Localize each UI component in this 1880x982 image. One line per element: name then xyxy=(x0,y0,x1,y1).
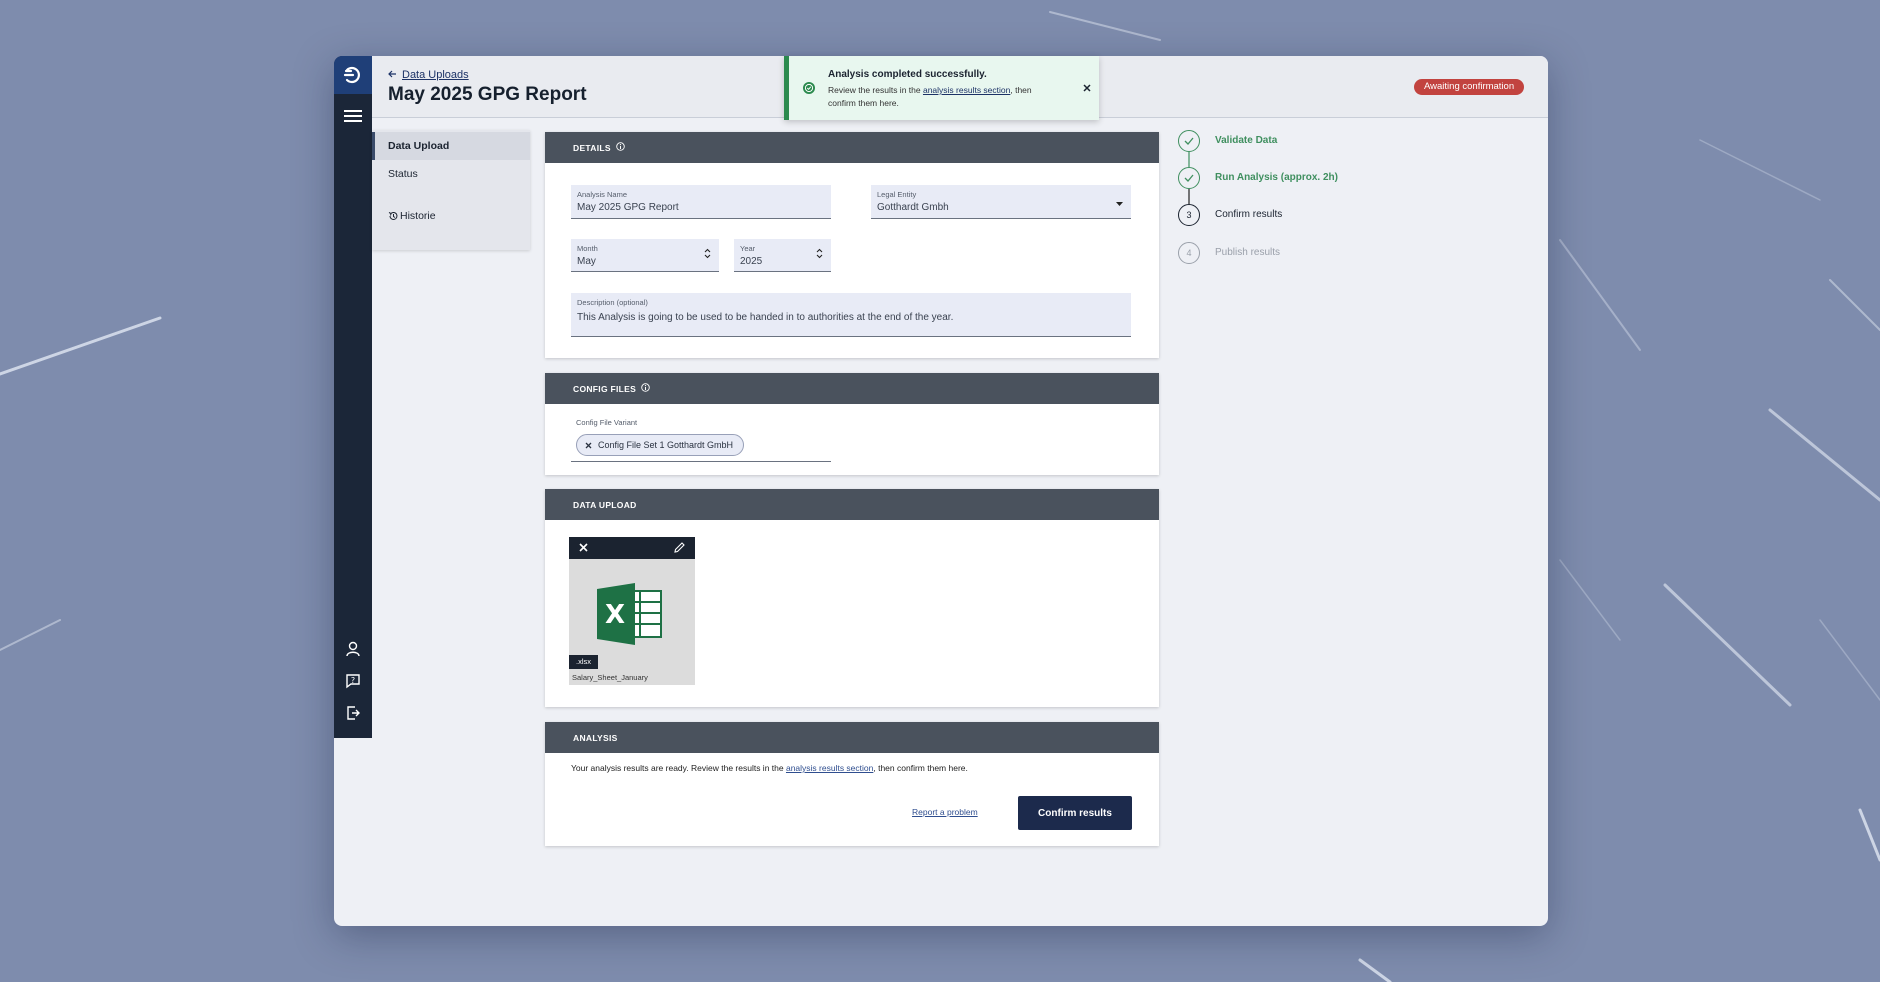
year-label: Year xyxy=(740,244,756,253)
config-file-variant-label: Config File Variant xyxy=(576,418,638,427)
step-number: 4 xyxy=(1178,242,1200,264)
caret-down-icon xyxy=(1116,193,1123,211)
data-upload-header: DATA UPLOAD xyxy=(545,489,1159,520)
stepper-arrows-icon[interactable] xyxy=(704,246,711,264)
analysis-message: Your analysis results are ready. Review … xyxy=(571,763,968,773)
step-label: Validate Data xyxy=(1215,135,1278,146)
description-value: This Analysis is going to be used to be … xyxy=(577,312,954,323)
hamburger-icon xyxy=(344,110,362,122)
nav-item-status[interactable]: Status xyxy=(372,160,530,188)
stepper-arrows-icon[interactable] xyxy=(816,246,823,264)
config-files-header: CONFIG FILES xyxy=(545,373,1159,404)
description-field[interactable]: Description (optional) This Analysis is … xyxy=(571,293,1131,337)
back-link[interactable]: Data Uploads xyxy=(388,69,469,81)
svg-text:?: ? xyxy=(351,676,355,685)
step-label: Publish results xyxy=(1215,247,1281,258)
nav-item-historie[interactable]: Historie xyxy=(372,202,530,230)
info-icon[interactable] xyxy=(616,142,625,153)
month-stepper[interactable]: Month May xyxy=(571,239,719,272)
year-stepper[interactable]: Year 2025 xyxy=(734,239,831,272)
close-icon[interactable] xyxy=(1083,84,1091,92)
svg-text:X: X xyxy=(605,600,625,630)
file-extension-badge: .xlsx xyxy=(569,655,598,669)
left-rail: ? xyxy=(334,56,372,738)
edit-file-icon[interactable] xyxy=(674,542,685,553)
app-logo[interactable] xyxy=(334,56,372,94)
help-chat-icon: ? xyxy=(346,674,360,689)
check-circle-icon xyxy=(802,81,816,95)
config-files-panel: CONFIG FILES Config File Variant Config … xyxy=(545,373,1159,475)
remove-file-icon[interactable] xyxy=(579,543,588,552)
analysis-header-label: ANALYSIS xyxy=(573,732,618,743)
step-confirm-results: 3 Confirm results xyxy=(1178,204,1478,228)
step-number: 3 xyxy=(1178,204,1200,226)
analysis-panel: ANALYSIS Your analysis results are ready… xyxy=(545,722,1159,846)
toast-title: Analysis completed successfully. xyxy=(828,69,987,80)
description-label: Description (optional) xyxy=(577,298,648,307)
excel-file-icon: X xyxy=(597,583,663,650)
logo-icon xyxy=(343,66,360,84)
analysis-name-field[interactable]: Analysis Name May 2025 GPG Report xyxy=(571,185,831,219)
info-icon[interactable] xyxy=(641,383,650,394)
details-panel: DETAILS Analysis Name May 2025 GPG Repor… xyxy=(545,132,1159,358)
history-icon xyxy=(388,211,398,221)
app-window: ? Data Uploads May 2025 GPG Report Await… xyxy=(334,56,1548,926)
nav-item-label: Status xyxy=(388,168,418,180)
legal-entity-select[interactable]: Legal Entity Gotthardt Gmbh xyxy=(871,185,1131,219)
analysis-message-text-end: , then confirm them here. xyxy=(873,763,968,773)
user-icon xyxy=(346,641,360,657)
step-label: Run Analysis (approx. 2h) xyxy=(1215,172,1338,183)
toast-results-link[interactable]: analysis results section xyxy=(923,85,1010,95)
config-files-header-label: CONFIG FILES xyxy=(573,383,637,394)
uploaded-file-card[interactable]: X .xlsx Salary_Sheet_January xyxy=(569,537,695,685)
config-file-variant-field[interactable]: Config File Variant Config File Set 1 Go… xyxy=(571,404,831,462)
month-value: May xyxy=(577,256,596,267)
config-file-chip[interactable]: Config File Set 1 Gotthardt GmbH xyxy=(576,434,745,456)
nav-item-data-upload[interactable]: Data Upload xyxy=(372,132,530,160)
confirm-results-button[interactable]: Confirm results xyxy=(1018,796,1132,830)
page-title: May 2025 GPG Report xyxy=(388,84,587,105)
details-header-label: DETAILS xyxy=(573,142,611,153)
file-name: Salary_Sheet_January xyxy=(572,673,648,682)
check-icon xyxy=(1178,167,1200,189)
legal-entity-value: Gotthardt Gmbh xyxy=(877,202,949,213)
success-toast: Analysis completed successfully. Review … xyxy=(784,56,1099,120)
analysis-message-text: Your analysis results are ready. Review … xyxy=(571,763,786,773)
chip-remove-icon[interactable] xyxy=(585,442,592,449)
chip-label: Config File Set 1 Gotthardt GmbH xyxy=(598,440,734,450)
status-badge: Awaiting confirmation xyxy=(1414,79,1525,95)
analysis-name-value: May 2025 GPG Report xyxy=(577,202,679,213)
logout-button[interactable] xyxy=(334,701,372,725)
check-icon xyxy=(1178,130,1200,152)
help-button[interactable]: ? xyxy=(334,669,372,693)
step-publish-results: 4 Publish results xyxy=(1178,242,1478,266)
toast-message-text: Review the results in the xyxy=(828,85,923,95)
month-label: Month xyxy=(577,244,598,253)
nav-item-label: Data Upload xyxy=(388,140,450,152)
step-label: Confirm results xyxy=(1215,209,1283,220)
file-card-toolbar xyxy=(569,537,695,559)
report-problem-link[interactable]: Report a problem xyxy=(912,807,978,817)
analysis-results-link[interactable]: analysis results section xyxy=(786,763,873,773)
year-value: 2025 xyxy=(740,256,763,267)
data-upload-panel: DATA UPLOAD X .xlsx Salary_Sheet_January xyxy=(545,489,1159,707)
nav-item-label: Historie xyxy=(400,210,436,222)
menu-button[interactable] xyxy=(334,104,372,128)
step-run-analysis: Run Analysis (approx. 2h) xyxy=(1178,167,1478,191)
back-link-label[interactable]: Data Uploads xyxy=(402,69,469,81)
step-validate-data: Validate Data xyxy=(1178,130,1478,154)
section-nav: Data Upload Status Historie xyxy=(372,130,530,250)
data-upload-header-label: DATA UPLOAD xyxy=(573,499,637,510)
arrow-left-icon xyxy=(388,69,397,81)
toast-message: Review the results in the analysis resul… xyxy=(828,84,1048,110)
logout-icon xyxy=(347,706,360,720)
analysis-name-label: Analysis Name xyxy=(577,190,628,199)
details-header: DETAILS xyxy=(545,132,1159,163)
analysis-header: ANALYSIS xyxy=(545,722,1159,753)
profile-button[interactable] xyxy=(334,637,372,661)
legal-entity-label: Legal Entity xyxy=(877,190,917,199)
